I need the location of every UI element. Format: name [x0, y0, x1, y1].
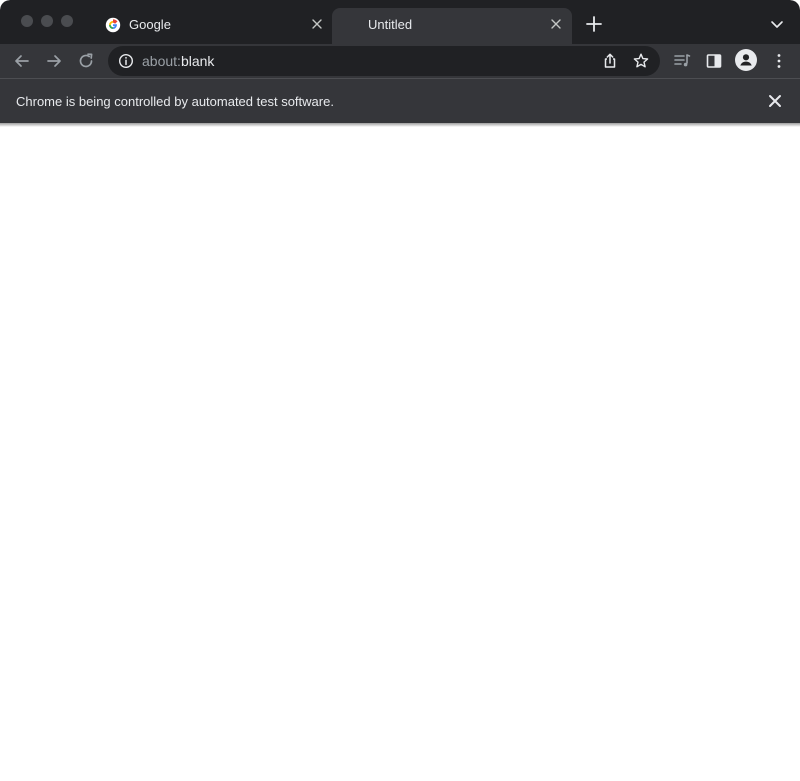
- more-menu-icon[interactable]: [769, 51, 789, 71]
- chevron-down-icon[interactable]: [769, 16, 785, 32]
- tab-untitled[interactable]: Untitled: [332, 8, 572, 44]
- tab-title: Google: [129, 17, 171, 32]
- minimize-window-button[interactable]: [41, 15, 53, 27]
- tab-strip: Google Untitled: [0, 0, 800, 44]
- side-panel-icon[interactable]: [704, 51, 724, 71]
- person-icon: [740, 54, 752, 66]
- url-host: blank: [180, 53, 215, 69]
- tab-google[interactable]: Google: [96, 8, 332, 44]
- tab-title: Untitled: [368, 17, 413, 32]
- close-window-button[interactable]: [21, 15, 33, 27]
- bookmark-star-icon[interactable]: [632, 52, 650, 70]
- navigation-toolbar: about:blank: [0, 44, 800, 78]
- site-info-icon[interactable]: [118, 53, 134, 69]
- media-controls-icon[interactable]: [672, 51, 692, 71]
- url-text: about:blank: [142, 53, 214, 69]
- url-scheme: about:: [142, 53, 181, 69]
- address-bar[interactable]: about:blank: [108, 46, 660, 76]
- back-arrow-icon[interactable]: [12, 51, 32, 71]
- automation-infobar: Chrome is being controlled by automated …: [0, 78, 800, 123]
- maximize-window-button[interactable]: [61, 15, 73, 27]
- google-favicon-icon: [105, 17, 121, 33]
- profile-avatar-button[interactable]: [735, 49, 757, 71]
- close-infobar-icon[interactable]: [768, 94, 782, 108]
- reload-icon[interactable]: [76, 51, 96, 71]
- new-tab-plus-icon[interactable]: [584, 14, 604, 34]
- browser-window: Google Untitled about:blank Chrome is be…: [0, 0, 800, 781]
- close-tab-icon[interactable]: [311, 18, 323, 30]
- share-icon[interactable]: [601, 52, 619, 70]
- infobar-message: Chrome is being controlled by automated …: [16, 94, 334, 109]
- page-content-area[interactable]: [0, 127, 800, 781]
- forward-arrow-icon[interactable]: [44, 51, 64, 71]
- close-tab-icon[interactable]: [550, 18, 562, 30]
